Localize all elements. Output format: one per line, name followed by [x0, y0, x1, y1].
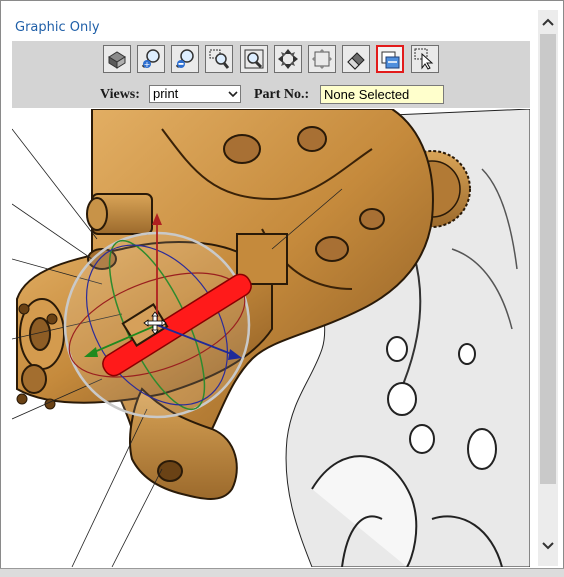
toolbar-fields-row: Views: print Part No.: None Selected: [12, 84, 530, 106]
home-view-button[interactable]: [103, 45, 131, 73]
chevron-down-icon[interactable]: [540, 538, 556, 554]
chevron-down-icon: [228, 91, 238, 98]
zoom-fit-icon: [244, 49, 264, 69]
vertical-scrollbar[interactable]: [538, 10, 558, 566]
svg-text:+: +: [144, 60, 151, 69]
home-box-icon: [108, 51, 126, 69]
scrollbar-thumb[interactable]: [540, 34, 556, 484]
chevron-up-icon[interactable]: [540, 14, 556, 30]
views-select[interactable]: print: [149, 85, 241, 103]
move-part-button[interactable]: [376, 45, 404, 73]
select-button[interactable]: [411, 45, 439, 73]
zoom-out-icon: [175, 49, 194, 68]
zoom-in-icon: +: [141, 49, 160, 69]
eraser-icon: [347, 52, 365, 70]
pan-arrows-icon: [278, 49, 298, 69]
part-no-label: Part No.:: [254, 87, 310, 102]
part-no-field[interactable]: None Selected: [320, 85, 444, 104]
fit-all-icon: [312, 49, 332, 69]
zoom-fit-button[interactable]: [240, 45, 268, 73]
select-cursor-icon: [414, 48, 434, 70]
pan-button[interactable]: [274, 45, 302, 73]
zoom-area-icon: [209, 49, 230, 69]
viewer-toolbar: + Views: print Part No.: None Selected: [12, 41, 530, 108]
engine-model-render[interactable]: [12, 109, 530, 567]
zoom-out-button[interactable]: [171, 45, 199, 73]
eraser-button[interactable]: [342, 45, 370, 73]
3d-viewport[interactable]: [12, 109, 530, 567]
fit-all-button[interactable]: [308, 45, 336, 73]
zoom-area-button[interactable]: [205, 45, 233, 73]
panel-title: Graphic Only: [15, 20, 100, 35]
views-select-value: print: [153, 86, 179, 101]
graphic-panel: Graphic Only + Views: print Part No.: No…: [0, 0, 564, 576]
move-part-icon: [381, 51, 400, 69]
zoom-in-button[interactable]: +: [137, 45, 165, 73]
views-label: Views:: [100, 87, 140, 102]
